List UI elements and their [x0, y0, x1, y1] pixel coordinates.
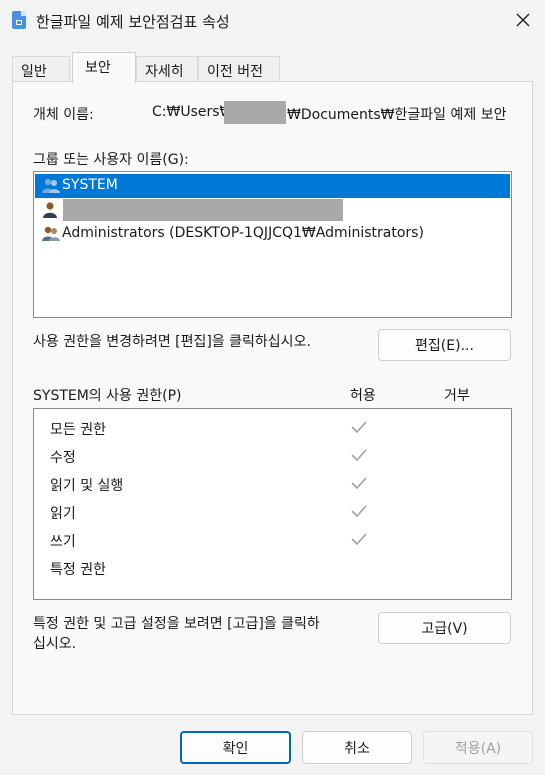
- object-path-suffix: ₩Documents₩한글파일 예제 보안: [287, 107, 507, 123]
- cancel-button[interactable]: 취소: [302, 731, 412, 764]
- permission-name: 모든 권한: [50, 422, 106, 438]
- user-icon: [41, 201, 61, 219]
- advanced-button[interactable]: 고급(V): [378, 612, 511, 644]
- apply-button[interactable]: 적용(A): [423, 731, 533, 764]
- permission-row: 쓰기: [50, 527, 520, 555]
- dialog-footer: 확인 취소 적용(A): [0, 716, 545, 775]
- close-icon[interactable]: [515, 12, 531, 28]
- tab-strip: 일반 보안 자세히 이전 버전: [12, 52, 533, 83]
- checkmark-icon: [350, 474, 368, 492]
- deny-header: 거부: [444, 388, 470, 404]
- object-path-prefix: C:₩Users₩: [152, 104, 234, 120]
- allow-header: 허용: [350, 388, 376, 404]
- tab-general[interactable]: 일반: [12, 56, 70, 83]
- list-item-user[interactable]: [35, 198, 510, 222]
- users-listbox[interactable]: SYSTEM Administrators (DESKTOP-1QJJCQ1₩A…: [33, 171, 512, 318]
- ok-button[interactable]: 확인: [180, 731, 291, 764]
- advanced-hint-line2: 십시오.: [33, 636, 77, 652]
- object-name-label: 개체 이름:: [33, 107, 94, 123]
- document-icon: [12, 11, 26, 29]
- checkmark-icon: [350, 530, 368, 548]
- title-bar: 한글파일 예제 보안점검표 속성: [0, 0, 545, 44]
- checkmark-icon: [350, 502, 368, 520]
- permissions-listbox: 모든 권한 수정 읽기 및 실행 읽기 쓰기 특정 권한: [33, 408, 512, 600]
- permission-name: 읽기 및 실행: [50, 478, 124, 494]
- tab-details[interactable]: 자세히: [136, 56, 198, 83]
- advanced-hint-line1: 특정 권한 및 고급 설정을 보려면 [고급]을 클릭하: [33, 616, 320, 632]
- permission-row: 수정: [50, 443, 520, 471]
- properties-dialog: 한글파일 예제 보안점검표 속성 일반 보안 자세히 이전 버전 개체 이름: …: [0, 0, 545, 775]
- permission-name: 읽기: [50, 506, 76, 522]
- user-group-icon: [41, 177, 61, 195]
- permission-row: 특정 권한: [50, 555, 520, 583]
- permission-row: 읽기 및 실행: [50, 471, 520, 499]
- redacted-username: [224, 101, 286, 124]
- permission-name: 특정 권한: [50, 562, 106, 578]
- permissions-header: SYSTEM의 사용 권한(P): [33, 388, 182, 404]
- user-name: Administrators (DESKTOP-1QJJCQ1₩Administ…: [62, 225, 424, 241]
- permission-name: 수정: [50, 450, 76, 466]
- permission-name: 쓰기: [50, 534, 76, 550]
- redacted-user-name: [63, 199, 343, 221]
- checkmark-icon: [350, 418, 368, 436]
- user-name: SYSTEM: [62, 177, 118, 193]
- checkmark-icon: [350, 446, 368, 464]
- edit-button[interactable]: 편집(E)...: [378, 329, 511, 361]
- list-item-administrators[interactable]: Administrators (DESKTOP-1QJJCQ1₩Administ…: [35, 222, 510, 246]
- change-hint: 사용 권한을 변경하려면 [편집]을 클릭하십시오.: [33, 334, 311, 350]
- user-group-icon: [41, 225, 61, 243]
- permission-row: 모든 권한: [50, 415, 520, 443]
- tab-security[interactable]: 보안: [72, 52, 136, 83]
- window-title: 한글파일 예제 보안점검표 속성: [36, 13, 230, 31]
- permission-row: 읽기: [50, 499, 520, 527]
- list-item-system[interactable]: SYSTEM: [35, 174, 510, 198]
- tab-previous-versions[interactable]: 이전 버전: [198, 56, 280, 83]
- group-label: 그룹 또는 사용자 이름(G):: [33, 152, 189, 168]
